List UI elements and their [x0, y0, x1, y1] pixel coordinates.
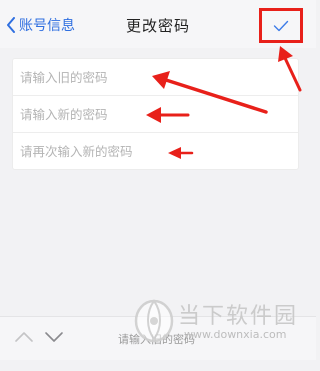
confirm-password-row	[13, 133, 298, 170]
new-password-input[interactable]	[20, 96, 290, 132]
old-password-input[interactable]	[20, 59, 290, 95]
watermark-url: www.downxia.com	[184, 328, 287, 341]
confirm-password-input[interactable]	[20, 133, 290, 169]
confirm-button[interactable]	[268, 15, 294, 37]
chevron-down-icon	[45, 332, 63, 342]
password-form	[12, 58, 299, 170]
watermark: 当下软件园 www.downxia.com	[132, 294, 312, 350]
old-password-row	[13, 59, 298, 96]
watermark-name: 当下软件园	[178, 304, 299, 329]
previous-field-button[interactable]	[14, 329, 34, 345]
change-password-screen: 账号信息 更改密码 请输	[0, 0, 316, 371]
new-password-row	[13, 96, 298, 133]
checkmark-icon	[273, 20, 289, 32]
next-field-button[interactable]	[44, 329, 64, 345]
downxia-logo-icon	[134, 299, 174, 343]
navigation-bar: 账号信息 更改密码	[0, 0, 316, 48]
chevron-up-icon	[15, 332, 33, 342]
